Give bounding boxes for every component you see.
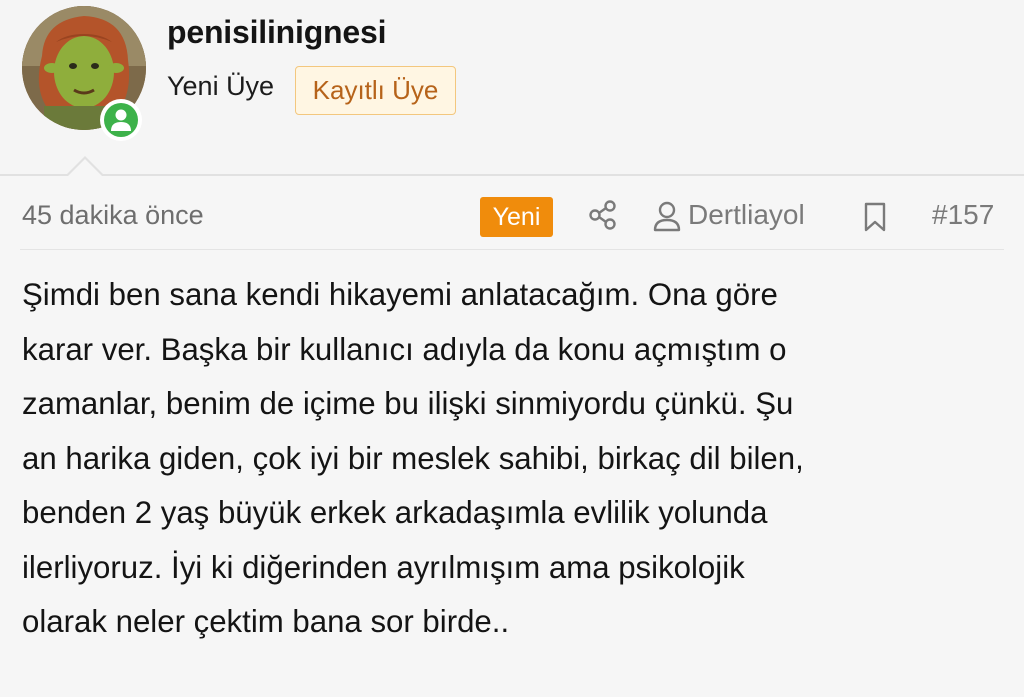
message-timestamp[interactable]: 45 dakika önce [22,200,204,231]
speech-pointer-fill [68,159,102,176]
author-link[interactable]: Dertliayol [688,199,805,231]
bookmark-icon[interactable] [862,201,888,233]
username-link[interactable]: penisilinignesi [167,14,386,51]
user-icon [653,201,681,232]
user-online-icon [111,109,131,131]
role-badge: Kayıtlı Üye [295,66,456,115]
post-number-link[interactable]: #157 [932,199,994,231]
user-title: Yeni Üye [167,71,275,101]
message-body: Şimdi ben sana kendi hikayemi anlatacağı… [22,277,804,639]
user-info-block: penisilinignesi Yeni Üye Kayıtlı Üye [0,0,1024,175]
meta-divider [20,249,1004,250]
new-badge: Yeni [480,197,553,237]
online-status-badge [100,99,142,141]
share-icon[interactable] [587,199,619,231]
